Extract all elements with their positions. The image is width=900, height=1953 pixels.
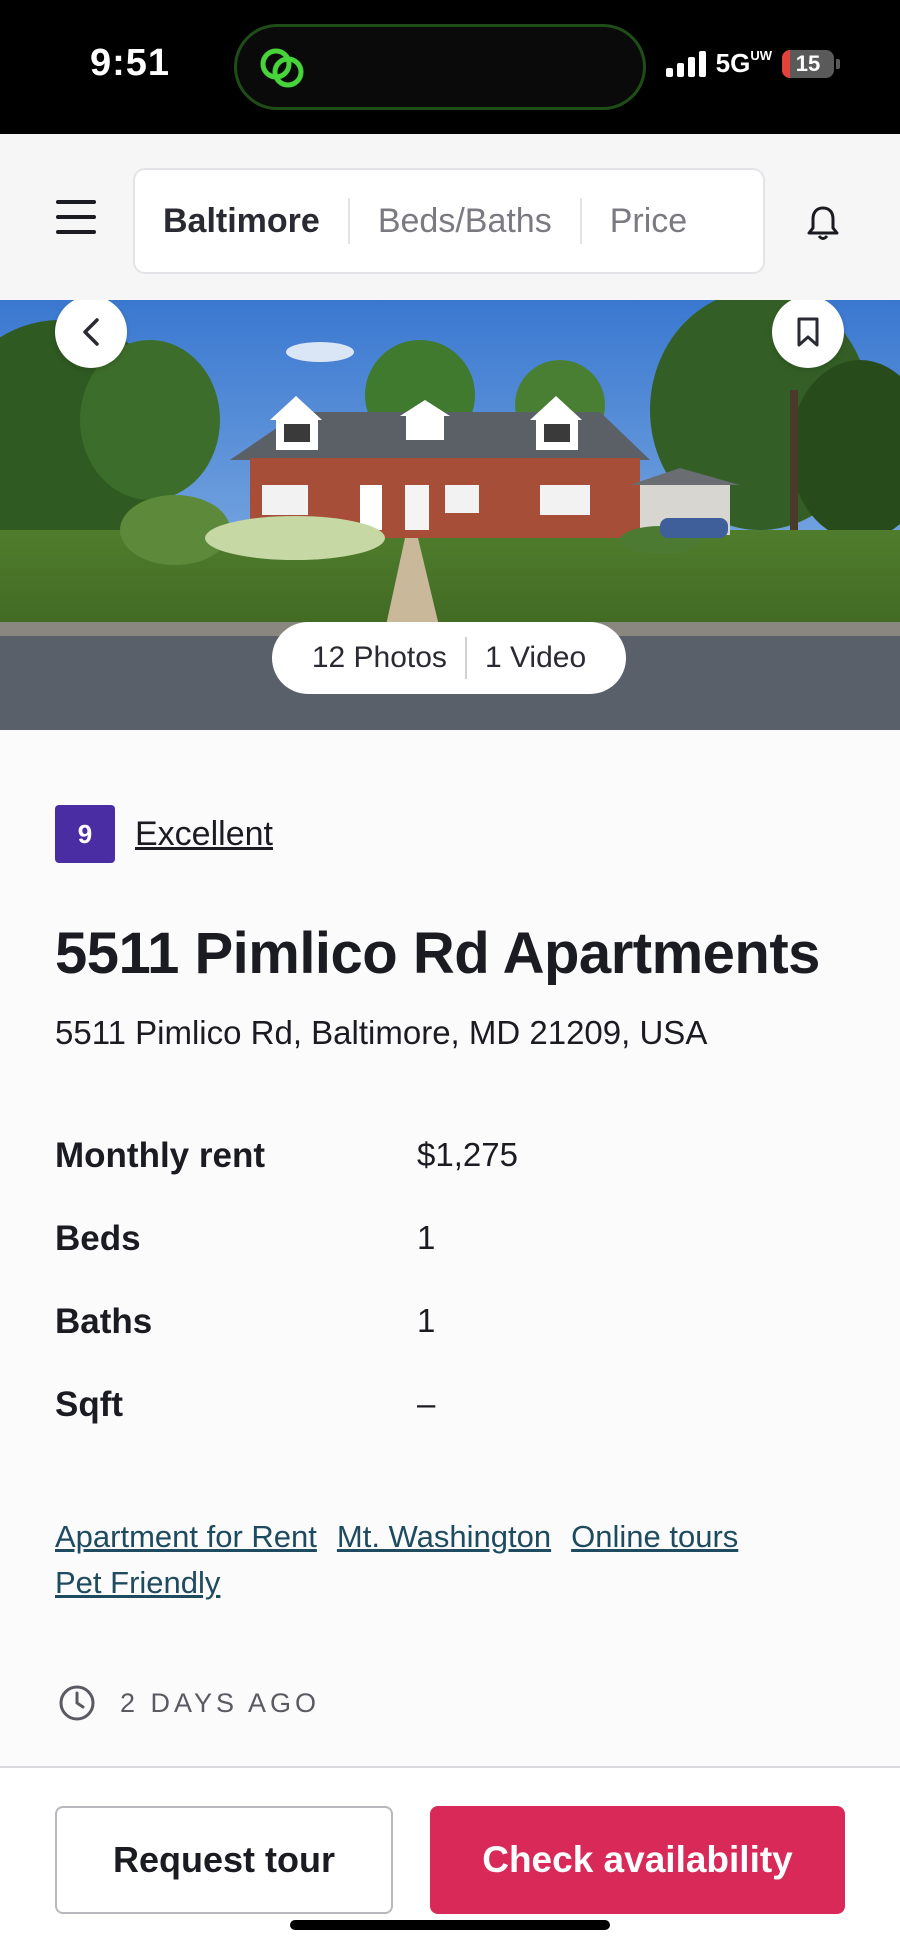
photos-count[interactable]: 12 Photos — [312, 641, 447, 675]
video-count[interactable]: 1 Video — [485, 641, 586, 675]
rating-label[interactable]: Excellent — [135, 815, 273, 854]
fact-row-rent: Monthly rent $1,275 — [55, 1136, 845, 1219]
search-filter-bar: Baltimore Beds/Baths Price — [133, 168, 765, 274]
fact-row-beds: Beds 1 — [55, 1219, 845, 1302]
rating-score-badge: 9 — [55, 805, 115, 863]
rating[interactable]: 9 Excellent — [55, 805, 273, 863]
listing-facts: Monthly rent $1,275 Beds 1 Baths 1 Sqft … — [55, 1136, 845, 1468]
fact-value: $1,275 — [417, 1136, 518, 1173]
listing-photo[interactable]: 12 Photos 1 Video — [0, 300, 900, 730]
bookmark-icon — [797, 317, 819, 347]
chevron-left-icon — [83, 318, 99, 346]
pill-divider — [464, 637, 467, 679]
status-bar: 9:51 5GUW 15 — [0, 0, 900, 134]
listing-tags: Apartment for Rent Mt. Washington Online… — [55, 1518, 845, 1602]
media-count-pill[interactable]: 12 Photos 1 Video — [272, 622, 626, 694]
tag-link-neighborhood[interactable]: Mt. Washington — [337, 1518, 551, 1556]
fact-row-baths: Baths 1 — [55, 1302, 845, 1385]
app-header: Baltimore Beds/Baths Price — [0, 134, 900, 301]
listing-title: 5511 Pimlico Rd Apartments — [55, 921, 820, 986]
fact-label: Monthly rent — [55, 1136, 265, 1175]
fact-value: – — [417, 1385, 436, 1422]
home-indicator[interactable] — [290, 1920, 610, 1930]
fact-row-sqft: Sqft – — [55, 1385, 845, 1468]
fact-label: Baths — [55, 1302, 153, 1341]
fact-value: 1 — [417, 1302, 436, 1339]
posted-label: 2 DAYS AGO — [120, 1687, 321, 1718]
status-indicators: 5GUW 15 — [665, 48, 840, 79]
fact-value: 1 — [417, 1219, 436, 1256]
tag-link-pet-friendly[interactable]: Pet Friendly — [55, 1564, 220, 1602]
tag-link-apartment-for-rent[interactable]: Apartment for Rent — [55, 1518, 317, 1556]
clock-icon — [59, 1685, 95, 1721]
request-tour-button[interactable]: Request tour — [55, 1806, 393, 1914]
filter-location[interactable]: Baltimore — [135, 197, 348, 245]
posted-time: 2 DAYS AGO — [58, 1684, 320, 1722]
dynamic-island — [234, 24, 646, 110]
battery-level: 15 — [795, 50, 821, 76]
filter-beds-baths[interactable]: Beds/Baths — [350, 197, 580, 245]
chat-link-icon — [260, 48, 304, 88]
network-label: 5GUW — [715, 48, 772, 78]
listing-address: 5511 Pimlico Rd, Baltimore, MD 21209, US… — [55, 1014, 708, 1051]
signal-icon — [665, 50, 706, 77]
filter-price[interactable]: Price — [582, 197, 715, 245]
battery-icon: 15 — [782, 49, 840, 78]
fact-label: Beds — [55, 1219, 141, 1258]
check-availability-button[interactable]: Check availability — [430, 1806, 845, 1914]
status-time: 9:51 — [90, 42, 171, 84]
bell-icon[interactable] — [806, 204, 840, 242]
hamburger-menu-icon[interactable] — [56, 200, 96, 234]
fact-label: Sqft — [55, 1385, 124, 1424]
tag-link-online-tours[interactable]: Online tours — [571, 1518, 738, 1556]
